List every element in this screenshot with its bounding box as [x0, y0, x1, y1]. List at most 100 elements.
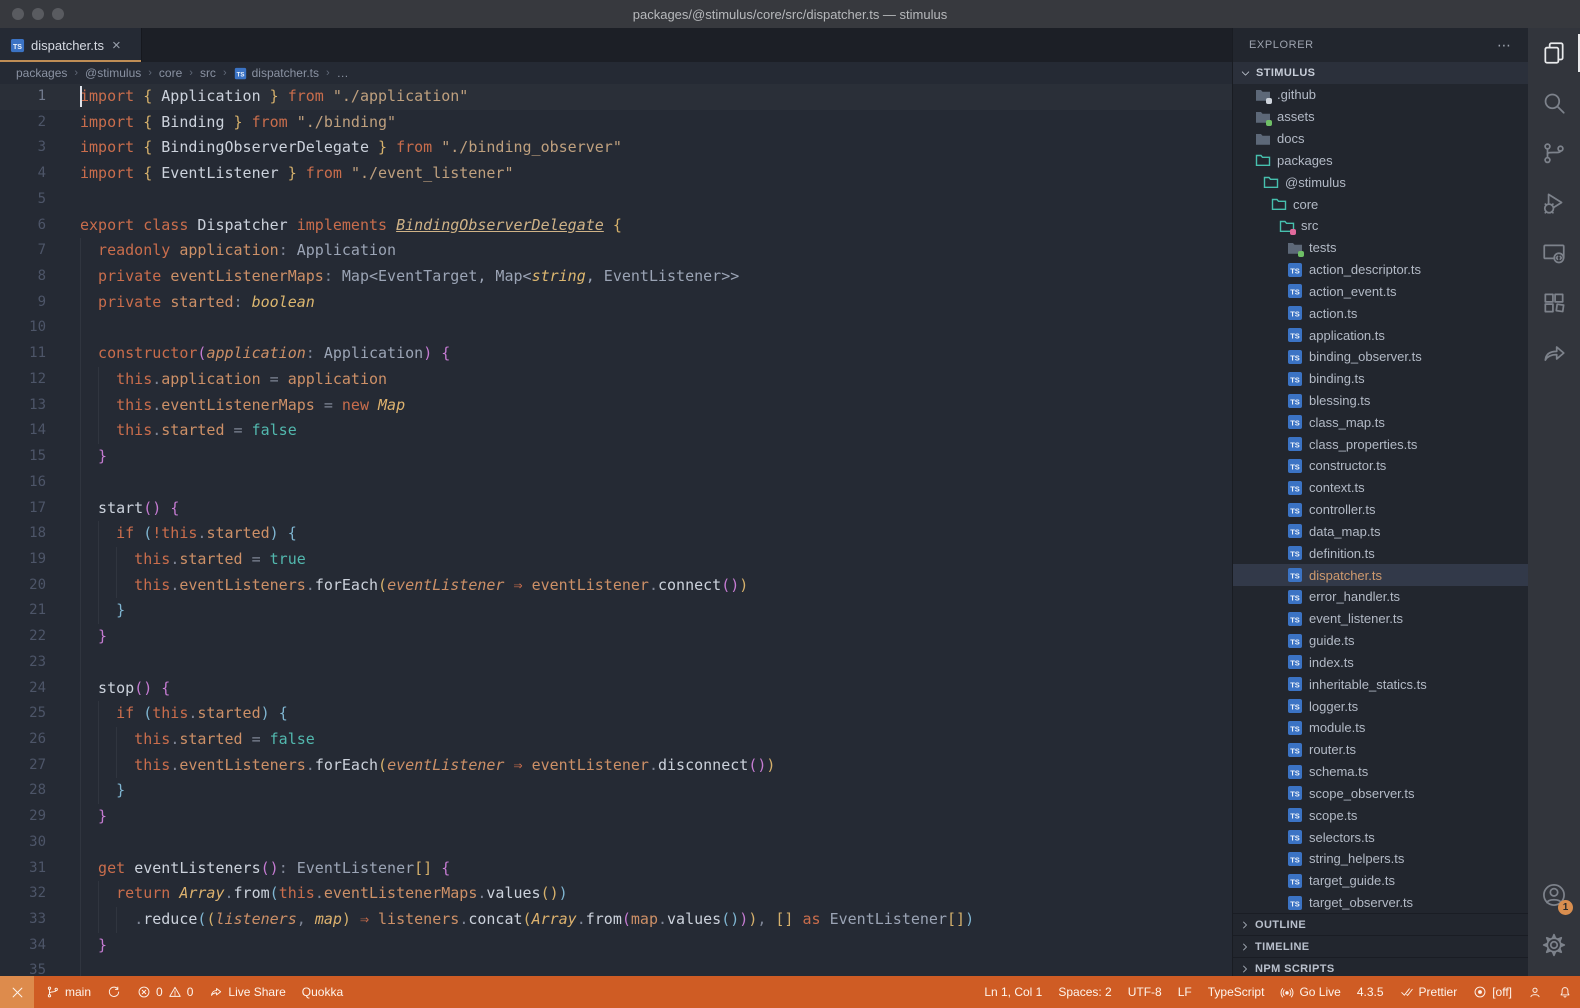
code-line[interactable]: 32 return Array.from(this.eventListenerM…	[0, 881, 1232, 907]
file-tree-item-module.ts[interactable]: TSmodule.ts	[1233, 717, 1528, 739]
section-header-outline[interactable]: OUTLINE	[1233, 913, 1528, 935]
status-indentation[interactable]: Spaces: 2	[1050, 976, 1119, 1008]
file-tree-item-dispatcher.ts[interactable]: TSdispatcher.ts	[1233, 564, 1528, 586]
status-language-mode[interactable]: TypeScript	[1200, 976, 1273, 1008]
gutter-line-number[interactable]: 35	[0, 958, 46, 976]
code-line[interactable]: 18 if (!this.started) {	[0, 521, 1232, 547]
file-tree-item-constructor.ts[interactable]: TSconstructor.ts	[1233, 455, 1528, 477]
file-tree-item-logger.ts[interactable]: TSlogger.ts	[1233, 695, 1528, 717]
live-share-icon[interactable]	[1528, 328, 1580, 378]
sidebar-more-icon[interactable]: ⋯	[1497, 37, 1512, 54]
gutter-line-number[interactable]: 33	[0, 907, 46, 933]
file-tree-item-class_map.ts[interactable]: TSclass_map.ts	[1233, 411, 1528, 433]
section-header-stimulus[interactable]: STIMULUS	[1233, 62, 1528, 84]
remote-indicator[interactable]	[0, 976, 34, 1008]
file-tree-item-blessing.ts[interactable]: TSblessing.ts	[1233, 390, 1528, 412]
code-line[interactable]: 6export class Dispatcher implements Bind…	[0, 213, 1232, 239]
gutter-line-number[interactable]: 21	[0, 598, 46, 624]
gutter-line-number[interactable]: 26	[0, 727, 46, 753]
gutter-line-number[interactable]: 16	[0, 470, 46, 496]
tab-dispatcher[interactable]: TS dispatcher.ts ×	[0, 28, 142, 62]
gutter-line-number[interactable]: 13	[0, 393, 46, 419]
code-line[interactable]: 25 if (this.started) {	[0, 701, 1232, 727]
minimize-window-icon[interactable]	[32, 8, 44, 20]
code-line[interactable]: 28 }	[0, 778, 1232, 804]
file-tree-item-target_observer.ts[interactable]: TStarget_observer.ts	[1233, 892, 1528, 914]
code-editor[interactable]: 1import { Application } from "./applicat…	[0, 84, 1232, 976]
code-line[interactable]: 5	[0, 187, 1232, 213]
file-tree-item-definition.ts[interactable]: TSdefinition.ts	[1233, 542, 1528, 564]
code-line[interactable]: 17 start() {	[0, 496, 1232, 522]
code-line[interactable]: 19 this.started = true	[0, 547, 1232, 573]
status-branch[interactable]: main	[38, 976, 99, 1008]
status-encoding[interactable]: UTF-8	[1120, 976, 1170, 1008]
file-tree-item-controller.ts[interactable]: TScontroller.ts	[1233, 499, 1528, 521]
extensions-icon[interactable]	[1528, 278, 1580, 328]
code-line[interactable]: 24 stop() {	[0, 676, 1232, 702]
code-line[interactable]: 35	[0, 958, 1232, 976]
gutter-line-number[interactable]: 1	[0, 84, 46, 110]
file-tree-item-action_descriptor.ts[interactable]: TSaction_descriptor.ts	[1233, 259, 1528, 281]
gutter-line-number[interactable]: 28	[0, 778, 46, 804]
file-tree-item-error_handler.ts[interactable]: TSerror_handler.ts	[1233, 586, 1528, 608]
folder-tree-item-packages[interactable]: packages	[1233, 149, 1528, 171]
status-screencast[interactable]: [off]	[1465, 976, 1520, 1008]
source-control-icon[interactable]	[1528, 128, 1580, 178]
status-version[interactable]: 4.3.5	[1349, 976, 1392, 1008]
status-sync[interactable]	[99, 976, 129, 1008]
folder-tree-item-src[interactable]: src	[1233, 215, 1528, 237]
file-tree-item-application.ts[interactable]: TSapplication.ts	[1233, 324, 1528, 346]
folder-tree-item-tests[interactable]: tests	[1233, 237, 1528, 259]
code-line[interactable]: 4import { EventListener } from "./event_…	[0, 161, 1232, 187]
gutter-line-number[interactable]: 9	[0, 290, 46, 316]
status-go-live[interactable]: Go Live	[1272, 976, 1348, 1008]
gutter-line-number[interactable]: 7	[0, 238, 46, 264]
code-line[interactable]: 2import { Binding } from "./binding"	[0, 110, 1232, 136]
status-prettier[interactable]: Prettier	[1392, 976, 1466, 1008]
file-tree-item-data_map.ts[interactable]: TSdata_map.ts	[1233, 521, 1528, 543]
maximize-window-icon[interactable]	[52, 8, 64, 20]
status-problems[interactable]: 00	[129, 976, 201, 1008]
code-line[interactable]: 13 this.eventListenerMaps = new Map	[0, 393, 1232, 419]
gutter-line-number[interactable]: 19	[0, 547, 46, 573]
code-line[interactable]: 16	[0, 470, 1232, 496]
code-line[interactable]: 29 }	[0, 804, 1232, 830]
gutter-line-number[interactable]: 8	[0, 264, 46, 290]
status-quokka[interactable]: Quokka	[294, 976, 351, 1008]
close-window-icon[interactable]	[12, 8, 24, 20]
code-line[interactable]: 33 .reduce((listeners, map) ⇒ listeners.…	[0, 907, 1232, 933]
status-feedback[interactable]	[1520, 976, 1550, 1008]
gutter-line-number[interactable]: 10	[0, 315, 46, 341]
gutter-line-number[interactable]: 29	[0, 804, 46, 830]
code-line[interactable]: 3import { BindingObserverDelegate } from…	[0, 135, 1232, 161]
code-line[interactable]: 34 }	[0, 933, 1232, 959]
gutter-line-number[interactable]: 22	[0, 624, 46, 650]
code-line[interactable]: 11 constructor(application: Application)…	[0, 341, 1232, 367]
breadcrumb-item[interactable]: TSdispatcher.ts	[234, 66, 319, 80]
folder-tree-item-core[interactable]: core	[1233, 193, 1528, 215]
code-line[interactable]: 26 this.started = false	[0, 727, 1232, 753]
file-tree-item-index.ts[interactable]: TSindex.ts	[1233, 652, 1528, 674]
gutter-line-number[interactable]: 32	[0, 881, 46, 907]
code-line[interactable]: 15 }	[0, 444, 1232, 470]
file-tree-item-class_properties.ts[interactable]: TSclass_properties.ts	[1233, 433, 1528, 455]
remote-icon[interactable]	[1528, 228, 1580, 278]
code-line[interactable]: 14 this.started = false	[0, 418, 1232, 444]
file-tree-item-context.ts[interactable]: TScontext.ts	[1233, 477, 1528, 499]
gutter-line-number[interactable]: 25	[0, 701, 46, 727]
gutter-line-number[interactable]: 17	[0, 496, 46, 522]
gutter-line-number[interactable]: 27	[0, 753, 46, 779]
code-line[interactable]: 9 private started: boolean	[0, 290, 1232, 316]
file-tree-item-target_guide.ts[interactable]: TStarget_guide.ts	[1233, 870, 1528, 892]
gutter-line-number[interactable]: 6	[0, 213, 46, 239]
breadcrumb-item[interactable]: core	[159, 66, 182, 80]
file-tree-item-scope_observer.ts[interactable]: TSscope_observer.ts	[1233, 783, 1528, 805]
gutter-line-number[interactable]: 20	[0, 573, 46, 599]
file-tree-item-binding.ts[interactable]: TSbinding.ts	[1233, 368, 1528, 390]
gutter-line-number[interactable]: 24	[0, 676, 46, 702]
code-line[interactable]: 12 this.application = application	[0, 367, 1232, 393]
folder-tree-item-docs[interactable]: docs	[1233, 128, 1528, 150]
code-line[interactable]: 22 }	[0, 624, 1232, 650]
folder-tree-item-.github[interactable]: .github	[1233, 84, 1528, 106]
files-icon[interactable]	[1528, 28, 1580, 78]
